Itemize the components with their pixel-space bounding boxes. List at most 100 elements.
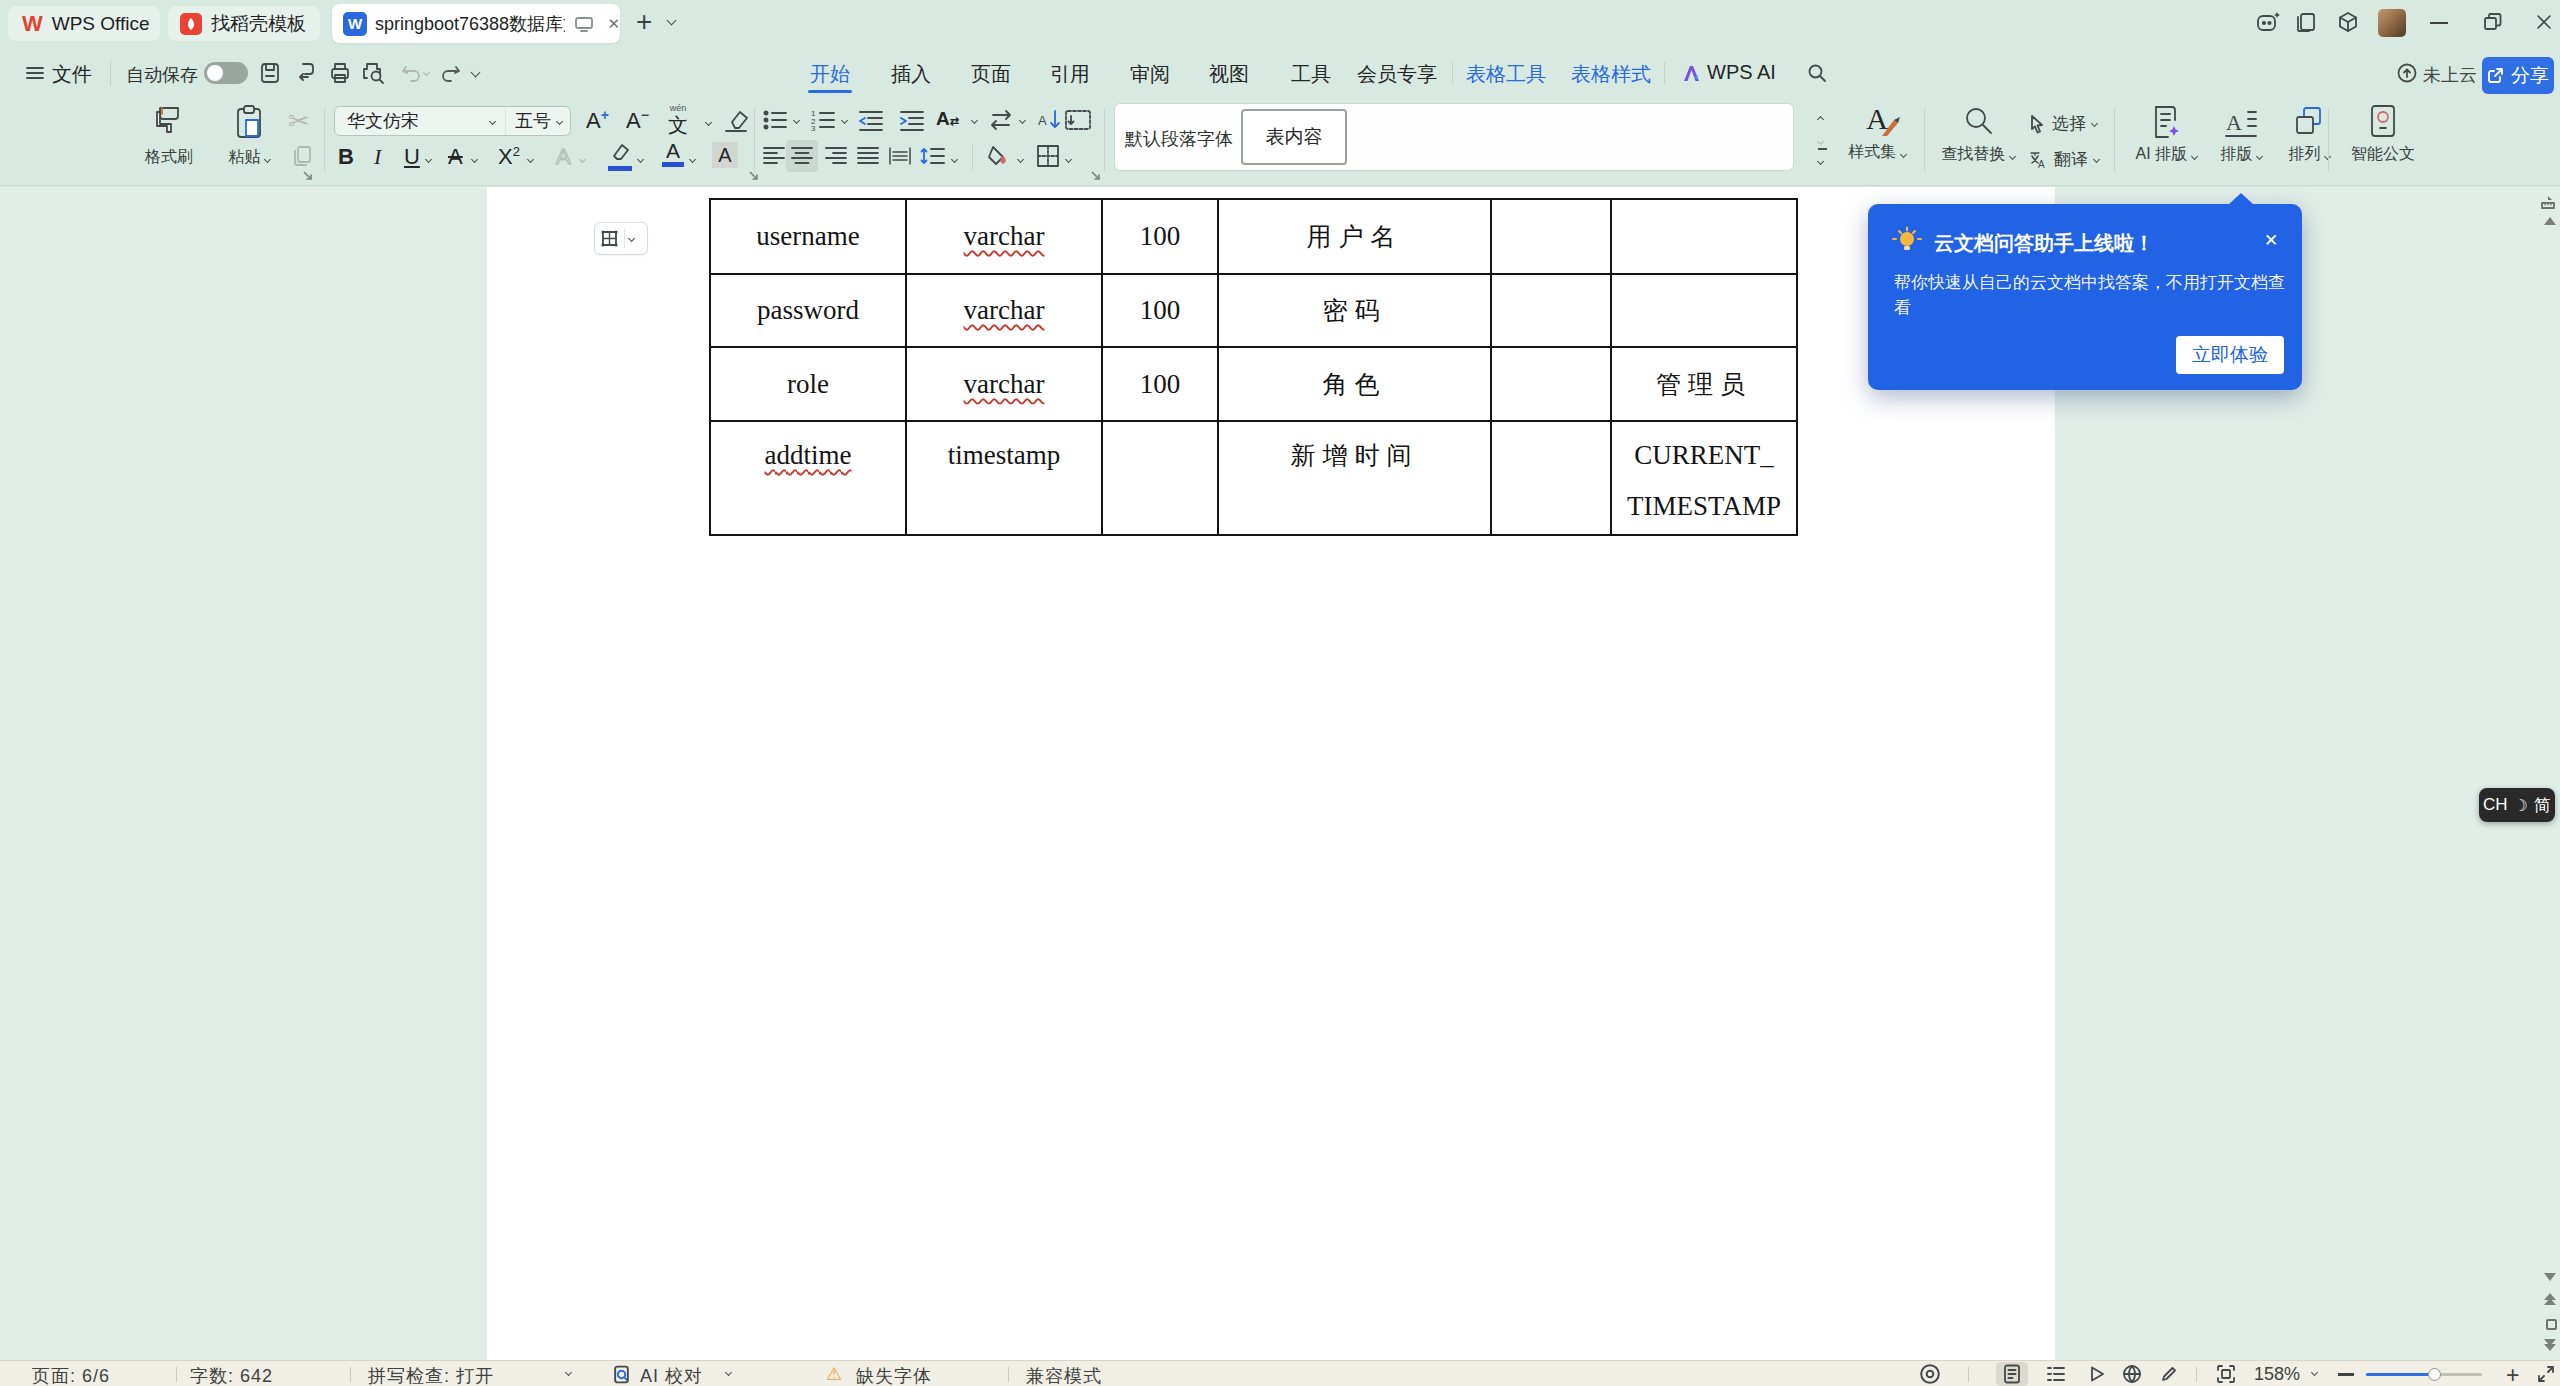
underline-chevron-icon[interactable]	[425, 156, 432, 163]
cloud-upload-icon[interactable]	[2396, 62, 2418, 84]
tab-home[interactable]: W WPS Office	[8, 6, 160, 41]
table-cell[interactable]	[1492, 200, 1612, 275]
increase-font-button[interactable]: A+	[586, 107, 609, 134]
zoom-value[interactable]: 158%	[2254, 1364, 2300, 1385]
strikethrough-chevron-icon[interactable]	[471, 156, 478, 163]
superscript-chevron-icon[interactable]	[527, 156, 534, 163]
style-item-table-content[interactable]: 表内容	[1241, 109, 1347, 165]
tab-document[interactable]: W springboot76388数据库文 ✕	[332, 4, 620, 43]
web-view-icon[interactable]	[2122, 1364, 2142, 1384]
line-spacing-chevron-icon[interactable]	[951, 156, 958, 163]
text-effects-button[interactable]: A	[556, 144, 571, 170]
menu-tab-table-style[interactable]: 表格样式	[1571, 61, 1651, 88]
text-effects-chevron-icon[interactable]	[579, 156, 586, 163]
font-color-chevron-icon[interactable]	[689, 156, 696, 163]
table-cell[interactable]: addtime	[711, 422, 907, 536]
numbered-chevron-icon[interactable]	[841, 117, 848, 124]
smart-doc-button[interactable]: 智能公文	[2338, 102, 2428, 182]
play-view-icon[interactable]	[2088, 1365, 2106, 1383]
ai-proof-label[interactable]: AI 校对	[640, 1364, 703, 1386]
table-cell[interactable]	[1612, 200, 1798, 275]
table-cell[interactable]: 密码	[1219, 275, 1492, 348]
scroll-up-icon[interactable]	[2544, 217, 2556, 225]
word-count[interactable]: 字数: 642	[190, 1364, 273, 1386]
decrease-font-button[interactable]: A−	[626, 107, 649, 134]
table-cell[interactable]: timestamp	[907, 422, 1103, 536]
popup-close-icon[interactable]: ✕	[2264, 230, 2278, 251]
minimize-button[interactable]	[2430, 22, 2448, 24]
close-button[interactable]	[2534, 12, 2554, 32]
highlight-button[interactable]	[608, 142, 632, 171]
fullscreen-icon[interactable]	[2537, 1365, 2555, 1383]
missing-font-label[interactable]: 缺失字体	[856, 1364, 932, 1386]
zoom-in-button[interactable]: +	[2506, 1362, 2519, 1386]
ruler-toggle-icon[interactable]	[2540, 195, 2556, 209]
zoom-chevron-icon[interactable]	[2311, 1369, 2318, 1376]
table-cell[interactable]: 100	[1103, 275, 1219, 348]
avatar[interactable]	[2378, 9, 2406, 37]
underline-button[interactable]: U	[404, 144, 420, 170]
undo-icon[interactable]	[400, 63, 422, 83]
menu-file[interactable]: 文件	[52, 61, 92, 88]
restore-button[interactable]	[2482, 11, 2504, 33]
shading-chevron-icon[interactable]	[1017, 156, 1024, 163]
font-size-select[interactable]: 五号	[505, 106, 571, 136]
wps-assistant-icon[interactable]	[2256, 10, 2282, 34]
spell-check-chevron-icon[interactable]	[565, 1369, 572, 1376]
prev-page-icon[interactable]	[2544, 1293, 2556, 1305]
bullet-list-icon[interactable]	[762, 108, 788, 132]
spell-check[interactable]: 拼写检查: 打开	[368, 1364, 494, 1386]
menu-tab-tools[interactable]: 工具	[1291, 61, 1331, 88]
style-set-button[interactable]: A 样式集	[1838, 102, 1916, 182]
phonetic-chevron-icon[interactable]	[705, 119, 712, 126]
page-indicator[interactable]: 页面: 6/6	[32, 1364, 110, 1386]
tab-close-icon[interactable]: ✕	[607, 15, 620, 33]
clipboard-dialog-launcher[interactable]	[302, 170, 314, 182]
arrange-button[interactable]: 排列	[2276, 102, 2342, 182]
align-left-icon[interactable]	[762, 146, 786, 166]
table-cell[interactable]: 100	[1103, 200, 1219, 275]
tab-template[interactable]: 找稻壳模板	[168, 6, 320, 41]
table-select-button[interactable]	[594, 222, 648, 255]
share-button[interactable]: 分享	[2482, 57, 2554, 94]
table-cell[interactable]: 新增时间	[1219, 422, 1492, 536]
page-view-icon[interactable]	[2003, 1364, 2021, 1384]
shading-icon[interactable]	[986, 144, 1012, 168]
char-scale-button[interactable]: A⇄	[936, 108, 959, 130]
redo-icon[interactable]	[440, 63, 462, 83]
sort-icon[interactable]: A	[1038, 108, 1062, 132]
menu-tab-reference[interactable]: 引用	[1050, 61, 1090, 88]
two-way-chevron-icon[interactable]	[1019, 117, 1026, 124]
format-painter-button[interactable]: 格式刷	[128, 102, 210, 182]
document-viewport[interactable]: username varchar 100 用户名 password varcha…	[0, 187, 2560, 1360]
line-spacing-icon[interactable]	[920, 146, 946, 166]
font-color-button[interactable]: A	[662, 140, 684, 167]
menu-tab-view[interactable]: 视图	[1209, 61, 1249, 88]
table-cell[interactable]: varchar	[907, 200, 1103, 275]
distribute-icon[interactable]	[888, 146, 912, 166]
autosave-toggle[interactable]	[204, 62, 248, 84]
ai-proof-chevron-icon[interactable]	[725, 1369, 732, 1376]
translate-button[interactable]: A 翻译	[2028, 148, 2099, 171]
export-icon[interactable]	[294, 61, 318, 85]
char-shading-button[interactable]: A	[712, 142, 738, 168]
browse-object-icon[interactable]	[2546, 1319, 2557, 1330]
compat-mode-label[interactable]: 兼容模式	[1026, 1364, 1102, 1386]
ai-layout-button[interactable]: AI 排版	[2128, 102, 2204, 182]
new-tab-button[interactable]: +	[636, 6, 652, 38]
table-cell[interactable]	[1103, 422, 1219, 536]
print-icon[interactable]	[328, 61, 352, 85]
tab-list-chevron-icon[interactable]	[667, 16, 677, 26]
undo-chevron-icon[interactable]	[423, 69, 430, 76]
cut-icon[interactable]: ✂	[288, 106, 310, 137]
table-cell[interactable]: varchar	[907, 275, 1103, 348]
align-right-icon[interactable]	[824, 146, 848, 166]
table-cell[interactable]	[1612, 275, 1798, 348]
workspace-box-icon[interactable]	[2336, 10, 2360, 34]
numbered-list-icon[interactable]: 123	[810, 108, 836, 132]
paragraph-dialog-launcher[interactable]	[1090, 170, 1102, 182]
align-center-icon[interactable]	[790, 146, 814, 166]
menu-tab-member[interactable]: 会员专享	[1357, 61, 1437, 88]
zoom-slider-track[interactable]	[2366, 1373, 2482, 1376]
justify-icon[interactable]	[856, 146, 880, 166]
